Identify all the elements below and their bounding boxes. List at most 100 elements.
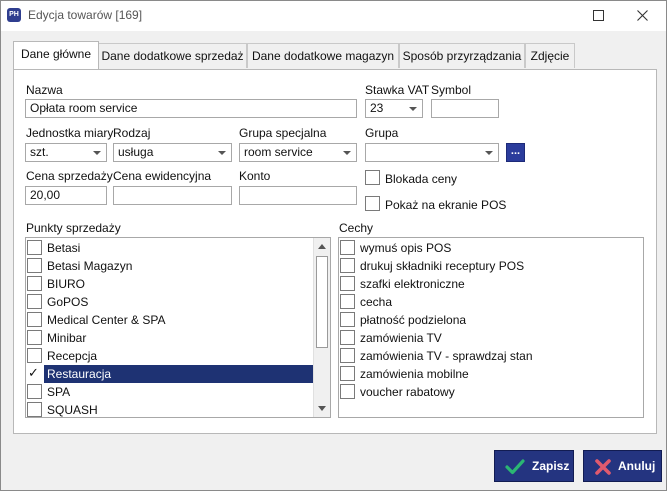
list-item-label: GoPOS bbox=[47, 295, 89, 309]
list-item[interactable]: Recepcja bbox=[26, 347, 330, 365]
list-item-label: voucher rabatowy bbox=[360, 385, 455, 399]
list-item-label: drukuj składniki receptury POS bbox=[360, 259, 525, 273]
item-checkbox[interactable] bbox=[340, 258, 355, 273]
list-item[interactable]: BIURO bbox=[26, 275, 330, 293]
chevron-down-icon bbox=[343, 151, 351, 155]
rodzaj-value: usługa bbox=[118, 145, 154, 159]
list-item-label: SQUASH bbox=[47, 403, 98, 417]
stawka-vat-select[interactable]: 23 bbox=[365, 99, 423, 118]
list-item[interactable]: zamówienia mobilne bbox=[339, 365, 643, 383]
tab-zdjecie[interactable]: Zdjęcie bbox=[525, 43, 575, 68]
stawka-vat-label: Stawka VAT bbox=[365, 83, 430, 97]
rodzaj-label: Rodzaj bbox=[113, 126, 151, 140]
grupa-browse-button[interactable]: ... bbox=[506, 143, 525, 162]
stawka-vat-value: 23 bbox=[370, 101, 384, 115]
list-item-label: Betasi Magazyn bbox=[47, 259, 133, 273]
grupa-select[interactable] bbox=[365, 143, 499, 162]
scroll-down-icon[interactable] bbox=[314, 400, 330, 417]
list-item[interactable]: GoPOS bbox=[26, 293, 330, 311]
blokada-ceny-checkbox[interactable] bbox=[365, 170, 380, 185]
save-button[interactable]: Zapisz bbox=[494, 450, 574, 482]
symbol-label: Symbol bbox=[431, 83, 472, 97]
item-checkbox[interactable] bbox=[27, 384, 42, 399]
jednostka-select[interactable]: szt. bbox=[25, 143, 107, 162]
list-item-label: zamówienia TV bbox=[360, 331, 442, 345]
list-item[interactable]: Minibar bbox=[26, 329, 330, 347]
tab-dane-dodatkowe-sprzedaz[interactable]: Dane dodatkowe sprzedaż bbox=[98, 43, 247, 68]
grupa-label: Grupa bbox=[365, 126, 399, 140]
list-item[interactable]: zamówienia TV - sprawdzaj stan bbox=[339, 347, 643, 365]
cena-sprzedazy-input[interactable]: 20,00 bbox=[25, 186, 107, 205]
list-item-selected[interactable]: ✓ Restauracja bbox=[26, 365, 314, 383]
cena-sprzedazy-label: Cena sprzedaży bbox=[26, 169, 113, 183]
tab-sposob-przyrzadzania[interactable]: Sposób przyrządzania bbox=[399, 43, 525, 68]
chevron-down-icon bbox=[485, 151, 493, 155]
item-checkbox[interactable] bbox=[27, 312, 42, 327]
list-item[interactable]: drukuj składniki receptury POS bbox=[339, 257, 643, 275]
list-item-label: Minibar bbox=[47, 331, 87, 345]
list-item[interactable]: voucher rabatowy bbox=[339, 383, 643, 401]
tab-dane-glowne[interactable]: Dane główne bbox=[13, 41, 99, 69]
app-icon: PH bbox=[7, 8, 21, 22]
grupa-specjalna-select[interactable]: room service bbox=[239, 143, 357, 162]
tab-dane-dodatkowe-magazyn[interactable]: Dane dodatkowe magazyn bbox=[247, 43, 399, 68]
item-checkbox[interactable] bbox=[27, 276, 42, 291]
window-title: Edycja towarów [169] bbox=[28, 8, 143, 22]
item-checkbox[interactable] bbox=[27, 294, 42, 309]
nazwa-input[interactable]: Opłata room service bbox=[25, 99, 357, 118]
punkty-sprzedazy-label: Punkty sprzedaży bbox=[26, 221, 121, 235]
list-item[interactable]: cecha bbox=[339, 293, 643, 311]
item-checkbox[interactable] bbox=[27, 402, 42, 417]
vertical-scrollbar[interactable] bbox=[313, 238, 330, 417]
grupa-specjalna-value: room service bbox=[244, 145, 313, 159]
cechy-list[interactable]: wymuś opis POS drukuj składniki receptur… bbox=[338, 237, 644, 418]
check-icon[interactable]: ✓ bbox=[28, 365, 39, 381]
cena-ewidencyjna-label: Cena ewidencyjna bbox=[113, 169, 212, 183]
cancel-button[interactable]: Anuluj bbox=[583, 450, 662, 482]
item-checkbox[interactable] bbox=[27, 240, 42, 255]
pokaz-pos-checkbox[interactable] bbox=[365, 196, 380, 211]
list-item-label: zamówienia TV - sprawdzaj stan bbox=[360, 349, 533, 363]
close-icon bbox=[637, 10, 648, 21]
item-checkbox[interactable] bbox=[340, 330, 355, 345]
symbol-input[interactable] bbox=[431, 99, 499, 118]
list-item-label: szafki elektroniczne bbox=[360, 277, 465, 291]
list-item[interactable]: Betasi bbox=[26, 239, 330, 257]
cechy-label: Cechy bbox=[339, 221, 374, 235]
jednostka-value: szt. bbox=[30, 145, 49, 159]
scrollbar-thumb[interactable] bbox=[316, 256, 328, 348]
chevron-down-icon bbox=[409, 107, 417, 111]
item-checkbox[interactable] bbox=[340, 312, 355, 327]
list-item[interactable]: zamówienia TV bbox=[339, 329, 643, 347]
list-item[interactable]: SQUASH bbox=[26, 401, 330, 417]
item-checkbox[interactable] bbox=[27, 330, 42, 345]
list-item[interactable]: Medical Center & SPA bbox=[26, 311, 330, 329]
rodzaj-select[interactable]: usługa bbox=[113, 143, 232, 162]
list-item[interactable]: szafki elektroniczne bbox=[339, 275, 643, 293]
list-item[interactable]: wymuś opis POS bbox=[339, 239, 643, 257]
item-checkbox[interactable] bbox=[340, 366, 355, 381]
maximize-button[interactable] bbox=[576, 1, 621, 31]
item-checkbox[interactable] bbox=[27, 258, 42, 273]
item-checkbox[interactable] bbox=[340, 276, 355, 291]
cena-ewidencyjna-input[interactable] bbox=[113, 186, 232, 205]
list-item[interactable]: Betasi Magazyn bbox=[26, 257, 330, 275]
list-item-label: Recepcja bbox=[47, 349, 98, 363]
list-item[interactable]: płatność podzielona bbox=[339, 311, 643, 329]
close-button[interactable] bbox=[620, 1, 665, 31]
cancel-x-icon bbox=[595, 459, 611, 475]
scroll-up-icon[interactable] bbox=[314, 238, 330, 255]
list-item[interactable]: SPA bbox=[26, 383, 330, 401]
list-item-label: wymuś opis POS bbox=[360, 241, 452, 255]
product-edit-window: PH Edycja towarów [169] Dane główne Dane… bbox=[0, 0, 667, 491]
item-checkbox[interactable] bbox=[340, 384, 355, 399]
punkty-sprzedazy-list[interactable]: Betasi Betasi Magazyn BIURO GoPOS Medica… bbox=[25, 237, 331, 418]
konto-input[interactable] bbox=[239, 186, 357, 205]
item-checkbox[interactable] bbox=[340, 240, 355, 255]
item-checkbox[interactable] bbox=[27, 348, 42, 363]
item-checkbox[interactable] bbox=[340, 348, 355, 363]
konto-label: Konto bbox=[239, 169, 271, 183]
grupa-specjalna-label: Grupa specjalna bbox=[239, 126, 327, 140]
pokaz-pos-label: Pokaż na ekranie POS bbox=[385, 198, 507, 212]
item-checkbox[interactable] bbox=[340, 294, 355, 309]
